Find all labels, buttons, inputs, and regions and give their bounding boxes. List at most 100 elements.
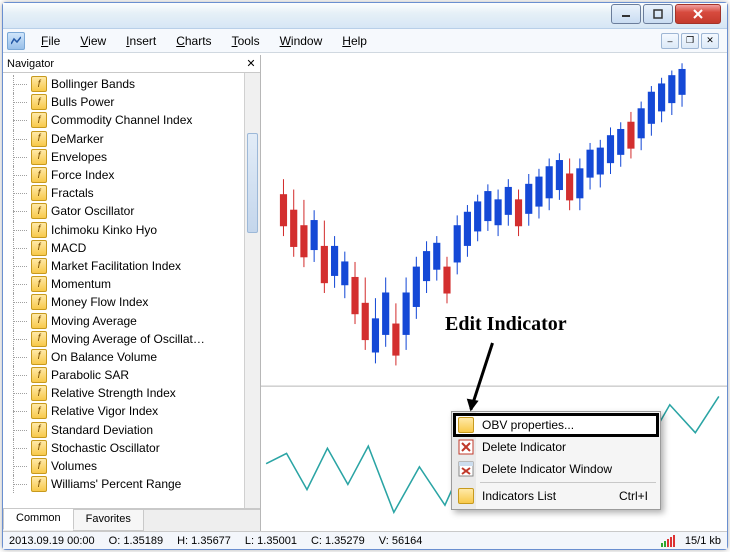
status-open: O: 1.35189: [109, 535, 163, 547]
navigator-item[interactable]: fVolumes: [3, 457, 244, 475]
navigator-item[interactable]: fCommodity Channel Index: [3, 111, 244, 129]
indicator-icon: f: [31, 76, 47, 92]
navigator-item[interactable]: fGator Oscillator: [3, 202, 244, 220]
cm-label: Indicators List: [482, 489, 556, 503]
cm-label: OBV properties...: [482, 418, 574, 432]
navigator-item-label: Moving Average: [51, 314, 137, 328]
navigator-item-label: Market Facilitation Index: [51, 259, 181, 273]
indicator-icon: f: [31, 476, 47, 492]
tab-favorites[interactable]: Favorites: [73, 510, 144, 531]
indicator-icon: f: [31, 458, 47, 474]
navigator-item[interactable]: f Market Facilitation Index: [3, 257, 244, 275]
mdi-restore-button[interactable]: ❐: [681, 33, 699, 49]
menu-charts[interactable]: Charts: [166, 30, 221, 52]
indicator-icon: f: [31, 294, 47, 310]
list-icon: [458, 488, 474, 504]
mdi-minimize-button[interactable]: –: [661, 33, 679, 49]
navigator-item-label: Bollinger Bands: [51, 77, 135, 91]
navigator-item-label: Gator Oscillator: [51, 204, 134, 218]
properties-icon: [458, 417, 474, 433]
navigator-item-label: MACD: [51, 241, 86, 255]
navigator-item[interactable]: fParabolic SAR: [3, 366, 244, 384]
menu-bar: File View Insert Charts Tools Window Hel…: [3, 29, 727, 53]
navigator-item[interactable]: f Williams' Percent Range: [3, 475, 244, 493]
navigator-scrollbar-thumb[interactable]: [247, 133, 258, 233]
navigator-tree: fBollinger BandsfBulls PowerfCommodity C…: [3, 73, 260, 509]
menu-insert[interactable]: Insert: [116, 30, 166, 52]
navigator-item-label: Williams' Percent Range: [51, 477, 181, 491]
navigator-title: Navigator: [7, 58, 54, 70]
indicator-icon: f: [31, 403, 47, 419]
indicator-icon: f: [31, 222, 47, 238]
navigator-title-bar: Navigator ✕: [3, 55, 260, 73]
navigator-item[interactable]: fMoving Average: [3, 311, 244, 329]
tab-common[interactable]: Common: [3, 509, 74, 530]
navigator-item-label: Commodity Channel Index: [51, 113, 192, 127]
window-close-button[interactable]: [675, 4, 721, 24]
context-menu-item-obv-properties[interactable]: OBV properties...: [454, 414, 658, 436]
navigator-item[interactable]: fOn Balance Volume: [3, 348, 244, 366]
mdi-close-button[interactable]: ✕: [701, 33, 719, 49]
navigator-scrollbar[interactable]: [244, 73, 260, 508]
navigator-item[interactable]: f Money Flow Index: [3, 293, 244, 311]
navigator-item-label: DeMarker: [51, 132, 104, 146]
navigator-item-label: Momentum: [51, 277, 111, 291]
navigator-item[interactable]: f Momentum: [3, 275, 244, 293]
app-icon: [7, 32, 25, 50]
navigator-item[interactable]: f Force Index: [3, 166, 244, 184]
context-menu-item-indicators-list[interactable]: Indicators List Ctrl+I: [454, 485, 658, 507]
connection-bars-icon: [661, 535, 675, 547]
navigator-item[interactable]: fRelative Vigor Index: [3, 402, 244, 420]
menu-tools[interactable]: Tools: [222, 30, 270, 52]
navigator-item-label: On Balance Volume: [51, 350, 157, 364]
navigator-item[interactable]: fMoving Average of Oscillat…: [3, 330, 244, 348]
navigator-item-label: Ichimoku Kinko Hyo: [51, 223, 157, 237]
navigator-item[interactable]: f DeMarker: [3, 130, 244, 148]
cm-label: Delete Indicator Window: [482, 462, 612, 476]
navigator-item[interactable]: f Bulls Power: [3, 93, 244, 111]
navigator-item[interactable]: fRelative Strength Index: [3, 384, 244, 402]
navigator-item[interactable]: f Ichimoku Kinko Hyo: [3, 221, 244, 239]
status-bandwidth: 15/1 kb: [685, 535, 721, 547]
indicator-icon: f: [31, 276, 47, 292]
navigator-item-label: Moving Average of Oscillat…: [51, 332, 205, 346]
status-bar: 2013.09.19 00:00 O: 1.35189 H: 1.35677 L…: [3, 531, 727, 549]
navigator-item-label: Standard Deviation: [51, 423, 153, 437]
menu-file[interactable]: File: [31, 30, 70, 52]
menu-help[interactable]: Help: [332, 30, 377, 52]
menu-view[interactable]: View: [70, 30, 116, 52]
navigator-item[interactable]: fFractals: [3, 184, 244, 202]
navigator-item-label: Money Flow Index: [51, 295, 148, 309]
indicator-icon: f: [31, 258, 47, 274]
indicator-icon: f: [31, 367, 47, 383]
indicator-icon: f: [31, 440, 47, 456]
indicator-icon: f: [31, 149, 47, 165]
navigator-item-label: Bulls Power: [51, 95, 114, 109]
indicator-icon: f: [31, 94, 47, 110]
indicator-icon: f: [31, 167, 47, 183]
status-low: L: 1.35001: [245, 535, 297, 547]
status-volume: V: 56164: [379, 535, 423, 547]
context-menu-item-delete-indicator[interactable]: Delete Indicator: [454, 436, 658, 458]
navigator-item[interactable]: fStochastic Oscillator: [3, 439, 244, 457]
navigator-item[interactable]: f MACD: [3, 239, 244, 257]
window-maximize-button[interactable]: [643, 4, 673, 24]
window-minimize-button[interactable]: [611, 4, 641, 24]
indicator-icon: f: [31, 131, 47, 147]
navigator-close-button[interactable]: ✕: [244, 56, 258, 70]
menu-window[interactable]: Window: [270, 30, 333, 52]
navigator-item-label: Relative Strength Index: [51, 386, 176, 400]
status-datetime: 2013.09.19 00:00: [9, 535, 95, 547]
status-close: C: 1.35279: [311, 535, 365, 547]
navigator-item-label: Force Index: [51, 168, 114, 182]
navigator-item[interactable]: fEnvelopes: [3, 148, 244, 166]
indicator-icon: f: [31, 185, 47, 201]
status-high: H: 1.35677: [177, 535, 231, 547]
context-menu-separator: [480, 482, 656, 483]
delete-icon: [458, 439, 474, 455]
navigator-item[interactable]: f Bollinger Bands: [3, 75, 244, 93]
indicator-icon: f: [31, 240, 47, 256]
navigator-tabs: Common Favorites: [3, 509, 260, 531]
navigator-item[interactable]: fStandard Deviation: [3, 421, 244, 439]
context-menu-item-delete-indicator-window[interactable]: Delete Indicator Window: [454, 458, 658, 480]
